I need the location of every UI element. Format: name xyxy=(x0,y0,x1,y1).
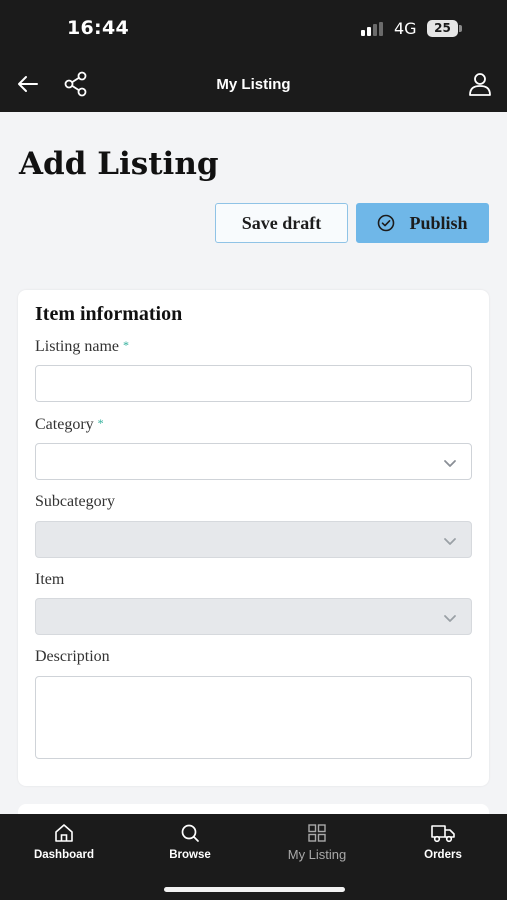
nav-label: Orders xyxy=(424,849,462,861)
chevron-down-icon xyxy=(444,460,456,467)
category-label: Category * xyxy=(35,416,104,433)
publish-label: Publish xyxy=(409,212,468,233)
nav-label: My Listing xyxy=(287,847,347,862)
listing-name-input[interactable] xyxy=(35,365,472,402)
home-indicator[interactable] xyxy=(164,887,345,892)
app-bar-title: My Listing xyxy=(216,76,291,93)
chevron-down-icon xyxy=(444,615,456,622)
nav-label: Browse xyxy=(169,849,211,861)
network-type: 4G xyxy=(394,19,417,38)
nav-item-my-listing[interactable]: My Listing xyxy=(262,822,372,862)
signal-icon xyxy=(361,22,387,36)
subcategory-label: Subcategory xyxy=(35,493,115,510)
status-time: 16:44 xyxy=(67,17,129,39)
status-bar: 16:44 4G 25 xyxy=(0,0,507,58)
grid-icon xyxy=(308,824,326,842)
app-bar: My Listing xyxy=(0,58,507,112)
search-icon xyxy=(181,824,199,842)
bottom-nav: Dashboard Browse My Listing Orders xyxy=(0,814,507,900)
nav-item-browse[interactable]: Browse xyxy=(135,822,245,861)
nav-label: Dashboard xyxy=(33,849,95,861)
required-marker: * xyxy=(122,338,129,352)
chevron-down-icon xyxy=(444,538,456,545)
battery-tip xyxy=(459,25,462,32)
item-label: Item xyxy=(35,571,65,588)
main-content: Add Listing Save draft Publish Item info… xyxy=(0,112,507,814)
battery-icon: 25 xyxy=(427,20,458,37)
card-title: Item information xyxy=(35,303,183,325)
page-title: Add Listing xyxy=(19,146,219,182)
description-label: Description xyxy=(35,648,110,665)
user-icon[interactable] xyxy=(467,71,493,97)
subcategory-select[interactable] xyxy=(35,521,472,558)
truck-icon xyxy=(431,825,455,843)
publish-button[interactable]: Publish xyxy=(356,203,489,243)
item-information-card: Item information Listing name * Category *… xyxy=(18,290,489,786)
home-icon xyxy=(55,824,73,842)
nav-item-orders[interactable]: Orders xyxy=(388,822,498,861)
listing-name-label: Listing name * xyxy=(35,338,129,355)
required-marker: * xyxy=(97,416,104,430)
item-select[interactable] xyxy=(35,598,472,635)
check-circle-icon xyxy=(378,214,395,232)
nav-item-dashboard[interactable]: Dashboard xyxy=(9,822,119,861)
save-draft-label: Save draft xyxy=(241,212,322,233)
description-textarea[interactable] xyxy=(35,676,472,759)
category-select[interactable] xyxy=(35,443,472,480)
save-draft-button[interactable]: Save draft xyxy=(215,203,348,243)
next-section-card xyxy=(18,804,489,814)
